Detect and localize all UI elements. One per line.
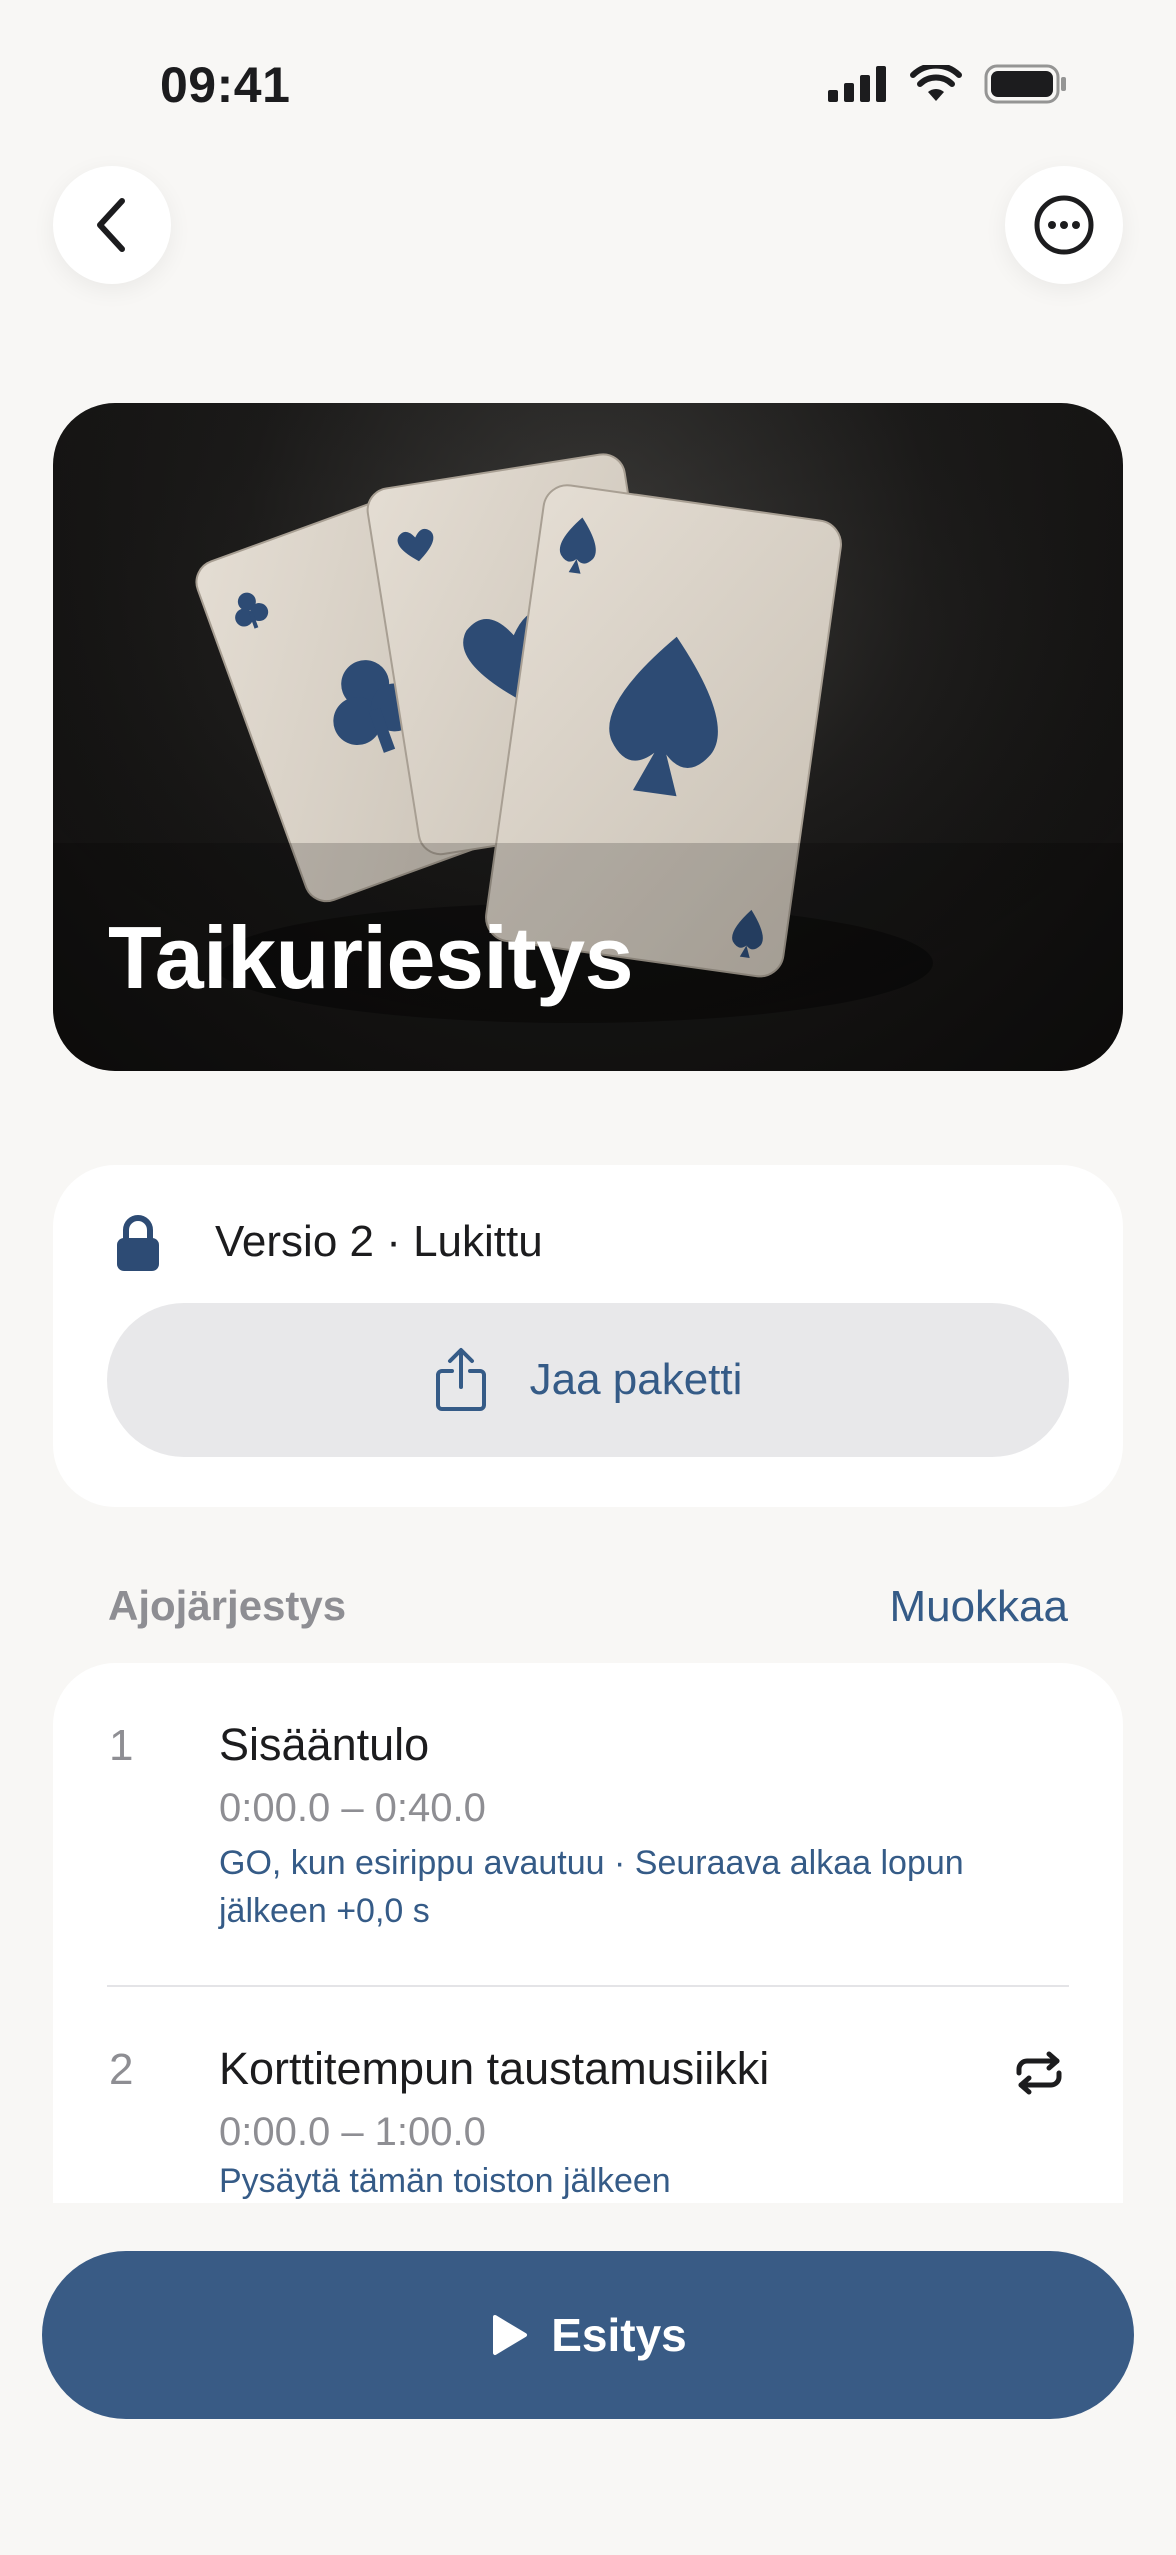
share-icon <box>435 1348 486 1411</box>
share-package-label: Jaa paketti <box>529 1355 743 1404</box>
running-order-title: Ajojärjestys <box>108 1582 347 1629</box>
hero-title: Taikuriesitys <box>108 908 634 1007</box>
repeat-icon <box>1016 2051 1062 2095</box>
more-button[interactable] <box>1005 166 1123 284</box>
cue-item-1[interactable]: 1 Sisääntulo 0:00.0 – 0:40.0 GO, kun esi… <box>53 1663 1123 1985</box>
lock-icon <box>117 1215 159 1271</box>
cue-time-range: 0:00.0 – 0:40.0 <box>219 1786 486 1830</box>
cellular-signal-icon <box>828 66 886 102</box>
back-button[interactable] <box>53 166 171 284</box>
cue-note-line-1: GO, kun esirippu avautuu · Seuraava alka… <box>219 1844 964 1882</box>
cue-number: 1 <box>109 1721 134 1770</box>
status-icons <box>828 64 1068 104</box>
share-package-button[interactable]: Jaa paketti <box>107 1303 1069 1457</box>
start-show-label: Esitys <box>551 2309 687 2361</box>
cue-note-line-1: Pysäytä tämän toiston jälkeen <box>219 2162 671 2200</box>
start-show-button[interactable]: Esitys <box>42 2251 1134 2419</box>
cue-name: Korttitempun taustamusiikki <box>219 2043 770 2094</box>
version-status: Versio 2 · Lukittu <box>215 1217 543 1266</box>
status-time: 09:41 <box>160 57 291 113</box>
cue-list: 1 Sisääntulo 0:00.0 – 0:40.0 GO, kun esi… <box>53 1663 1123 2203</box>
battery-icon <box>984 64 1066 104</box>
cue-name: Sisääntulo <box>219 1719 430 1770</box>
ellipsis-circle-icon <box>1034 195 1094 255</box>
cue-item-2[interactable]: 2 Korttitempun taustamusiikki 0:00.0 – 1… <box>53 1987 1123 2203</box>
chevron-left-icon <box>97 198 125 252</box>
cue-note-line-2: jälkeen +0,0 s <box>219 1892 430 1930</box>
play-icon <box>493 2315 528 2355</box>
package-card: Versio 2 · Lukittu Jaa paketti <box>53 1165 1123 1507</box>
wifi-icon <box>910 65 962 101</box>
cue-number: 2 <box>109 2045 134 2094</box>
edit-running-order-button[interactable]: Muokkaa <box>889 1582 1068 1632</box>
cue-time-range: 0:00.0 – 1:00.0 <box>219 2110 486 2154</box>
hero-card: Taikuriesitys <box>53 403 1123 1071</box>
